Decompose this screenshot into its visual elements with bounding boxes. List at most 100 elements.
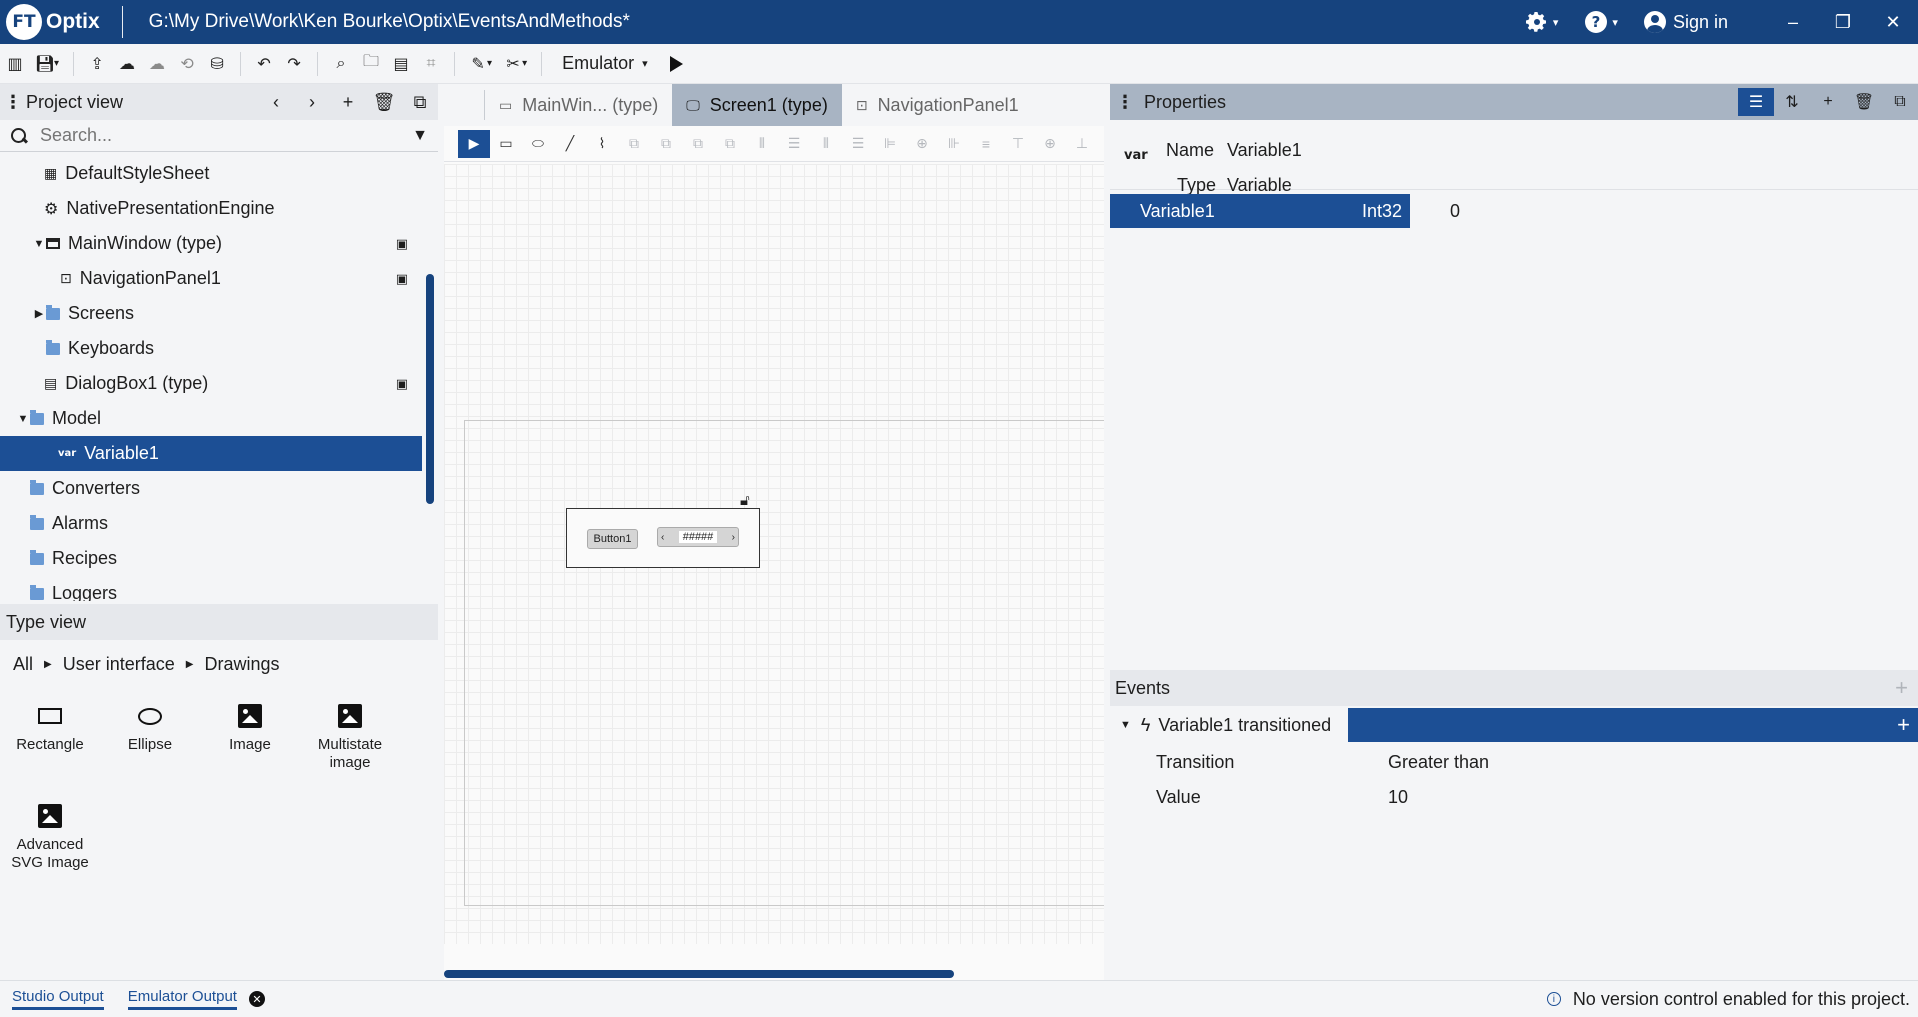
- property-row-variable1[interactable]: Variable1 Int32 0: [1110, 194, 1918, 228]
- restore-button[interactable]: ❐: [1818, 12, 1868, 33]
- type-item-rectangle[interactable]: Rectangle: [0, 702, 100, 754]
- sign-in-button[interactable]: Sign in: [1643, 11, 1728, 33]
- tree-item-screens[interactable]: ▶ Screens: [0, 296, 422, 331]
- chevron-down-icon[interactable]: ▼: [16, 413, 30, 425]
- tree-item-nativepresentationengine[interactable]: ⚙ NativePresentationEngine: [0, 191, 422, 226]
- tab-emulator-output[interactable]: Emulator Output: [127, 988, 237, 1010]
- tree-item-variable1[interactable]: var Variable1: [0, 436, 422, 471]
- chevron-down-icon[interactable]: ▼: [32, 238, 46, 250]
- database-icon[interactable]: ⛁: [202, 49, 232, 79]
- code-icon[interactable]: ⌗: [416, 49, 446, 79]
- upload-icon[interactable]: ☁: [112, 49, 142, 79]
- search-input[interactable]: [40, 125, 400, 146]
- align-middle-icon[interactable]: ≡: [970, 130, 1002, 158]
- search-icon[interactable]: ⌕: [326, 49, 356, 79]
- filter-icon[interactable]: ▼: [412, 127, 428, 145]
- tree-scrollbar[interactable]: [426, 274, 434, 504]
- library-icon[interactable]: ▤: [386, 49, 416, 79]
- tree-item-dialogbox1[interactable]: ▤ DialogBox1 (type) ▣: [0, 366, 422, 401]
- popout-icon[interactable]: ⧉: [1882, 88, 1918, 116]
- layout-icon[interactable]: ▥: [0, 49, 30, 79]
- space-v-icon[interactable]: ☰: [842, 130, 874, 158]
- chevron-down-icon[interactable]: ▾: [522, 58, 527, 69]
- align-left-icon[interactable]: ⊫: [874, 130, 906, 158]
- distribute-h-icon[interactable]: ⫴: [746, 130, 778, 158]
- run-icon[interactable]: [669, 55, 683, 72]
- ungroup-icon[interactable]: ⧉: [650, 130, 682, 158]
- event-row[interactable]: ▼ ϟ Variable1 transitioned +: [1110, 708, 1918, 742]
- close-window-button[interactable]: ✕: [1868, 12, 1918, 33]
- space-h-icon[interactable]: ⫴: [810, 130, 842, 158]
- chevron-down-icon[interactable]: ▼: [1120, 719, 1131, 731]
- deploy-icon[interactable]: ⇪: [82, 49, 112, 79]
- undo-icon[interactable]: ↶: [249, 49, 279, 79]
- unlock-icon[interactable]: 🔓︎: [740, 492, 750, 509]
- rectangle-tool-icon[interactable]: ▭: [490, 130, 522, 158]
- chevron-right-icon[interactable]: ›: [294, 92, 330, 113]
- canvas-scrollbar[interactable]: [444, 970, 954, 978]
- align-bottom-icon[interactable]: ⊥: [1066, 130, 1098, 158]
- bring-forward-icon[interactable]: ⧉: [682, 130, 714, 158]
- chevron-down-icon[interactable]: ▾: [54, 58, 59, 69]
- tree-item-mainwindow[interactable]: ▼ MainWindow (type) ▣: [0, 226, 422, 261]
- tab-mainwindow[interactable]: ▭ MainWin... (type): [485, 84, 672, 126]
- property-value[interactable]: 0: [1450, 201, 1460, 222]
- add-icon[interactable]: +: [1810, 88, 1846, 116]
- type-item-image[interactable]: Image: [200, 702, 300, 754]
- property-datatype[interactable]: Int32: [1362, 201, 1402, 222]
- redo-icon[interactable]: ↷: [279, 49, 309, 79]
- breadcrumb-item[interactable]: Drawings: [204, 654, 279, 675]
- breadcrumb-item[interactable]: User interface: [63, 654, 175, 675]
- name-value[interactable]: Variable1: [1227, 140, 1302, 161]
- tab-screen1[interactable]: 🖵︎ Screen1 (type): [672, 84, 842, 126]
- canvas-button1[interactable]: Button1: [587, 529, 638, 549]
- tree-item-keyboards[interactable]: Keyboards: [0, 331, 422, 366]
- edit-type-icon[interactable]: ▣: [396, 236, 408, 252]
- delete-icon[interactable]: 🗑︎: [1846, 88, 1882, 116]
- tree-item-converters[interactable]: Converters: [0, 471, 422, 506]
- tree-item-loggers[interactable]: Loggers: [0, 576, 422, 601]
- pointer-icon[interactable]: ▶: [458, 129, 490, 158]
- settings-menu[interactable]: ▾: [1525, 10, 1558, 34]
- line-tool-icon[interactable]: ╱: [554, 130, 586, 158]
- help-menu[interactable]: ? ▾: [1584, 10, 1618, 34]
- distribute-v-icon[interactable]: ☰: [778, 130, 810, 158]
- drag-handle-icon[interactable]: ⋮: [4, 92, 22, 113]
- tree-item-model[interactable]: ▼ Model: [0, 401, 422, 436]
- tree-item-navigationpanel1[interactable]: ⊡ NavigationPanel1 ▣: [0, 261, 422, 296]
- breadcrumb-item[interactable]: All: [13, 654, 33, 675]
- tab-navigationpanel1[interactable]: ⊡ NavigationPanel1: [842, 84, 1033, 126]
- group-icon[interactable]: ⧉: [618, 130, 650, 158]
- edit-type-icon[interactable]: ▣: [396, 271, 408, 287]
- event-field-value[interactable]: Greater than: [1388, 752, 1489, 773]
- event-field-value[interactable]: 10: [1388, 787, 1408, 808]
- tab-studio-output[interactable]: Studio Output: [12, 988, 104, 1010]
- popout-icon[interactable]: ⧉: [402, 92, 438, 113]
- polyline-tool-icon[interactable]: ⌇: [586, 130, 618, 158]
- align-top-icon[interactable]: ⊤: [1002, 130, 1034, 158]
- sort-alpha-icon[interactable]: ⇅: [1774, 88, 1810, 116]
- add-icon[interactable]: +: [330, 92, 366, 113]
- minimize-button[interactable]: –: [1768, 12, 1818, 33]
- send-backward-icon[interactable]: ⧉: [714, 130, 746, 158]
- align-center-icon[interactable]: ⊕: [906, 130, 938, 158]
- drag-handle-icon[interactable]: ⋮: [1116, 92, 1134, 113]
- delete-icon[interactable]: 🗑︎: [366, 92, 402, 113]
- type-item-ellipse[interactable]: Ellipse: [100, 702, 200, 754]
- canvas-spinbox[interactable]: ‹ ##### ›: [657, 527, 739, 547]
- add-event-icon[interactable]: +: [1895, 675, 1908, 701]
- ellipse-tool-icon[interactable]: ⬭: [522, 130, 554, 158]
- type-item-advanced-svg-image[interactable]: Advanced SVG Image: [0, 802, 100, 872]
- align-vcenter-icon[interactable]: ⊕: [1034, 130, 1066, 158]
- tree-item-defaultstylesheet[interactable]: ▦ DefaultStyleSheet: [0, 156, 422, 191]
- folder-icon[interactable]: 🗀: [356, 49, 386, 79]
- chevron-right-icon[interactable]: ▶: [32, 307, 46, 320]
- canvas-container[interactable]: Button1 ‹ ##### ›: [566, 508, 760, 568]
- align-right-icon[interactable]: ⊪: [938, 130, 970, 158]
- tree-item-recipes[interactable]: Recipes: [0, 541, 422, 576]
- emulator-dropdown[interactable]: Emulator ▾: [562, 53, 648, 74]
- chevron-left-icon[interactable]: ‹: [258, 92, 294, 113]
- close-icon[interactable]: ✕: [248, 991, 265, 1007]
- edit-type-icon[interactable]: ▣: [396, 376, 408, 392]
- design-canvas[interactable]: 🔓︎ Button1 ‹ ##### ›: [444, 164, 1104, 944]
